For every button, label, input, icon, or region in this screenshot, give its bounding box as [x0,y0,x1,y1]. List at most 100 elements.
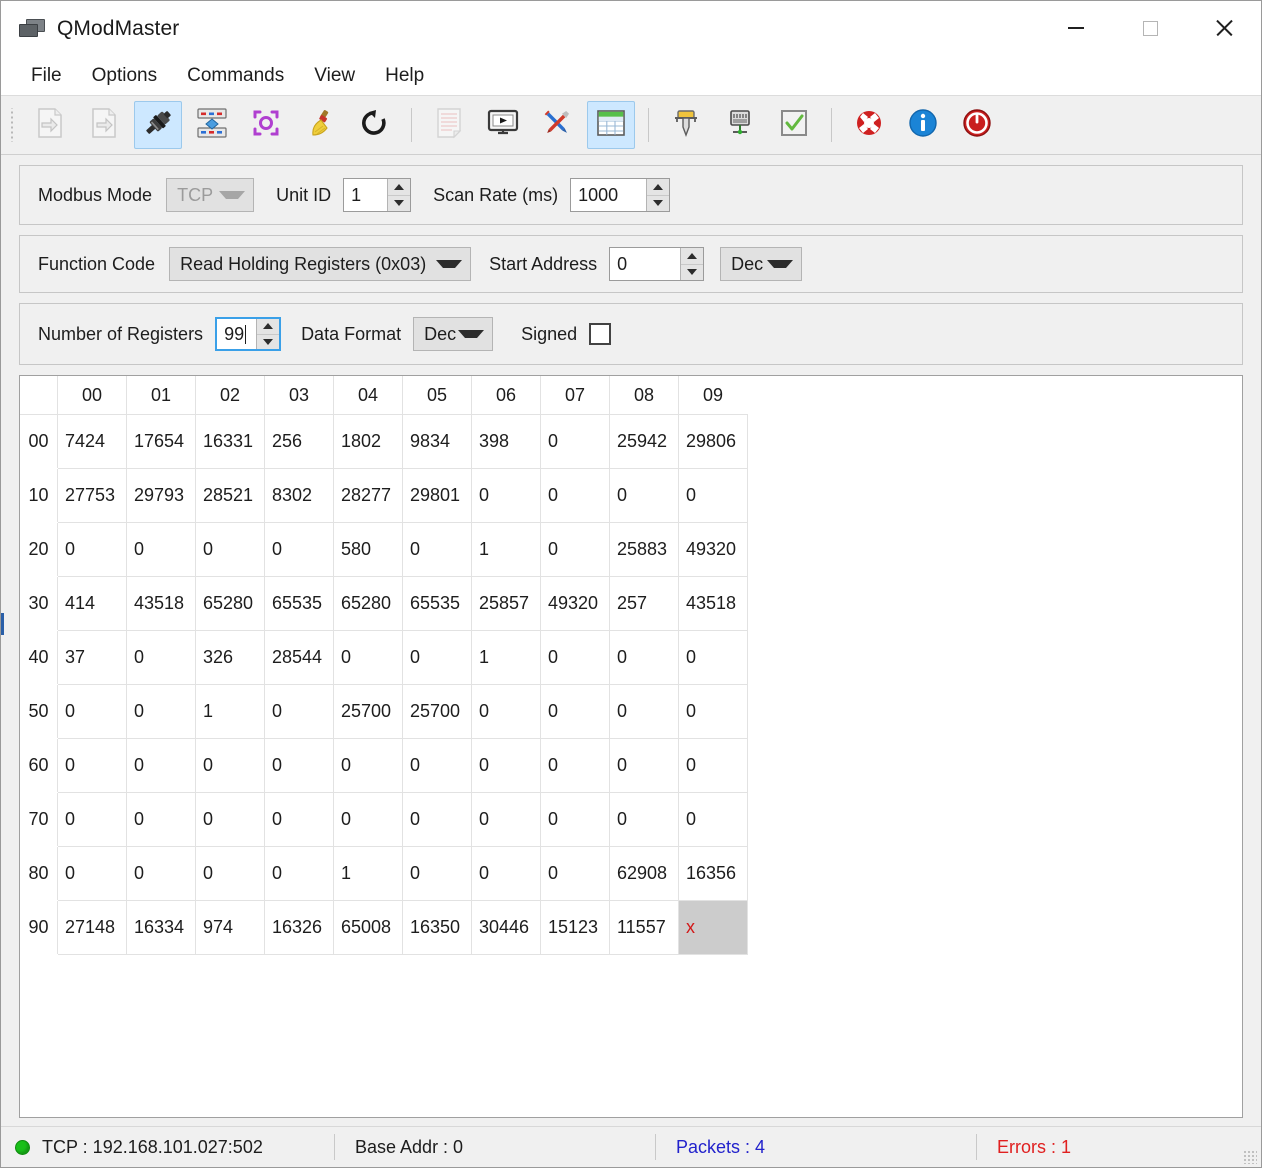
register-cell[interactable]: 580 [333,522,403,577]
register-cell[interactable]: 16331 [195,414,265,469]
unit-id-step-up[interactable] [388,179,411,196]
register-cell[interactable]: 1802 [333,414,403,469]
register-cell[interactable]: 30446 [471,900,541,955]
toolbar-modbus-settings-button[interactable] [188,101,236,149]
register-cell[interactable]: 37 [57,630,127,685]
register-cell[interactable]: x [678,900,748,955]
toolbar-open-file-button[interactable] [26,101,74,149]
register-cell[interactable]: 0 [126,846,196,901]
resize-grip[interactable] [1243,1150,1257,1164]
register-cell[interactable]: 25942 [609,414,679,469]
register-cell[interactable]: 0 [678,468,748,523]
register-cell[interactable]: 15123 [540,900,610,955]
register-cell[interactable]: 0 [57,522,127,577]
register-cell[interactable]: 0 [402,846,472,901]
register-cell[interactable]: 0 [57,738,127,793]
register-cell[interactable]: 28277 [333,468,403,523]
register-cell[interactable]: 8302 [264,468,334,523]
register-cell[interactable]: 43518 [678,576,748,631]
scan-rate-spinbox[interactable]: 1000 [570,178,671,212]
toolbar-modbus-slave-button[interactable] [716,101,764,149]
register-cell[interactable]: 0 [57,684,127,739]
start-address-spinbox[interactable]: 0 [609,247,705,281]
toolbar-about-button[interactable] [899,101,947,149]
register-cell[interactable]: 0 [540,414,610,469]
register-cell[interactable]: 29801 [402,468,472,523]
register-cell[interactable]: 0 [264,684,334,739]
toolbar-quit-button[interactable] [953,101,1001,149]
register-cell[interactable]: 0 [126,630,196,685]
register-cell[interactable]: 62908 [609,846,679,901]
register-cell[interactable]: 25700 [333,684,403,739]
register-cell[interactable]: 25883 [609,522,679,577]
menu-commands[interactable]: Commands [173,62,298,90]
function-code-combo[interactable]: Read Holding Registers (0x03) [169,247,472,281]
unit-id-spinbox[interactable]: 1 [343,178,412,212]
register-cell[interactable]: 0 [402,738,472,793]
register-table-container[interactable]: 00 01 02 03 04 05 06 07 08 09 00 7424 1765… [19,375,1243,1118]
maximize-button[interactable] [1113,1,1187,55]
register-cell[interactable]: 0 [264,792,334,847]
toolbar-tools-button[interactable] [533,101,581,149]
register-cell[interactable]: 0 [333,792,403,847]
toolbar-help-button[interactable] [845,101,893,149]
register-cell[interactable]: 0 [540,684,610,739]
register-cell[interactable]: 0 [471,846,541,901]
scan-rate-step-down[interactable] [647,196,669,212]
register-cell[interactable]: 9834 [402,414,472,469]
register-cell[interactable]: 0 [195,522,265,577]
register-cell[interactable]: 0 [57,792,127,847]
register-cell[interactable]: 16350 [402,900,472,955]
toolbar-scan-button[interactable] [242,101,290,149]
register-cell[interactable]: 43518 [126,576,196,631]
register-cell[interactable]: 0 [333,630,403,685]
register-cell[interactable]: 0 [333,738,403,793]
register-cell[interactable]: 0 [195,846,265,901]
register-cell[interactable]: 29806 [678,414,748,469]
register-cell[interactable]: 7424 [57,414,127,469]
register-cell[interactable]: 974 [195,900,265,955]
register-cell[interactable]: 0 [609,630,679,685]
toolbar-connect-button[interactable] [134,101,182,149]
register-cell[interactable]: 0 [195,738,265,793]
register-cell[interactable]: 257 [609,576,679,631]
register-cell[interactable]: 17654 [126,414,196,469]
toolbar-data-table-button[interactable] [587,101,635,149]
register-cell[interactable]: 65280 [333,576,403,631]
register-cell[interactable]: 0 [402,792,472,847]
toolbar-clear-button[interactable] [296,101,344,149]
register-cell[interactable]: 65280 [195,576,265,631]
register-cell[interactable]: 0 [678,792,748,847]
register-cell[interactable]: 398 [471,414,541,469]
register-cell[interactable]: 0 [678,684,748,739]
register-cell[interactable]: 0 [264,738,334,793]
register-cell[interactable]: 29793 [126,468,196,523]
register-cell[interactable]: 0 [126,738,196,793]
register-cell[interactable]: 65008 [333,900,403,955]
register-cell[interactable]: 0 [126,522,196,577]
register-cell[interactable]: 0 [540,522,610,577]
register-cell[interactable]: 0 [609,792,679,847]
register-cell[interactable]: 0 [540,738,610,793]
register-cell[interactable]: 0 [609,738,679,793]
register-cell[interactable]: 27753 [57,468,127,523]
register-cell[interactable]: 256 [264,414,334,469]
register-cell[interactable]: 27148 [57,900,127,955]
register-cell[interactable]: 0 [678,738,748,793]
register-cell[interactable]: 0 [471,792,541,847]
register-cell[interactable]: 0 [540,792,610,847]
register-cell[interactable]: 414 [57,576,127,631]
register-cell[interactable]: 1 [471,630,541,685]
register-cell[interactable]: 0 [126,792,196,847]
register-cell[interactable]: 1 [195,684,265,739]
menu-help[interactable]: Help [371,62,438,90]
register-cell[interactable]: 0 [264,846,334,901]
minimize-button[interactable] [1039,1,1113,55]
start-address-stepper[interactable] [680,248,704,280]
register-cell[interactable]: 0 [540,630,610,685]
register-cell[interactable]: 0 [471,684,541,739]
register-cell[interactable]: 1 [471,522,541,577]
unit-id-step-down[interactable] [388,196,410,212]
register-cell[interactable]: 1 [333,846,403,901]
register-cell[interactable]: 49320 [678,522,748,577]
